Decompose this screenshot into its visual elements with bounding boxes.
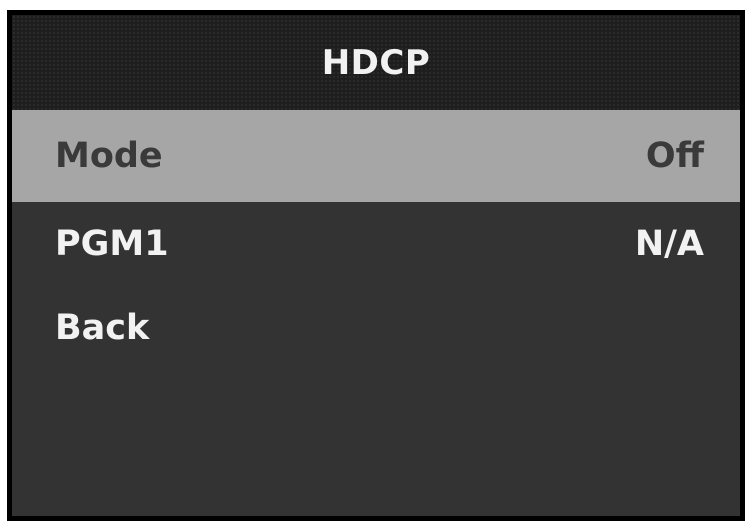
menu-header: HDCP	[12, 15, 740, 110]
menu-item-pgm1[interactable]: PGM1 N/A	[12, 202, 740, 286]
menu-display: HDCP Mode Off PGM1 N/A Back	[12, 15, 740, 516]
menu-item-value: Off	[645, 136, 704, 176]
menu-item-mode[interactable]: Mode Off	[12, 110, 740, 202]
menu-item-label: Mode	[55, 136, 163, 176]
menu-item-label: Back	[55, 308, 150, 348]
menu-item-label: PGM1	[55, 224, 169, 264]
menu-item-back[interactable]: Back	[12, 286, 740, 370]
menu-item-value: N/A	[634, 224, 704, 264]
device-screen: HDCP Mode Off PGM1 N/A Back	[7, 10, 745, 521]
menu-list: Mode Off PGM1 N/A Back	[12, 110, 740, 370]
menu-title: HDCP	[321, 42, 431, 83]
